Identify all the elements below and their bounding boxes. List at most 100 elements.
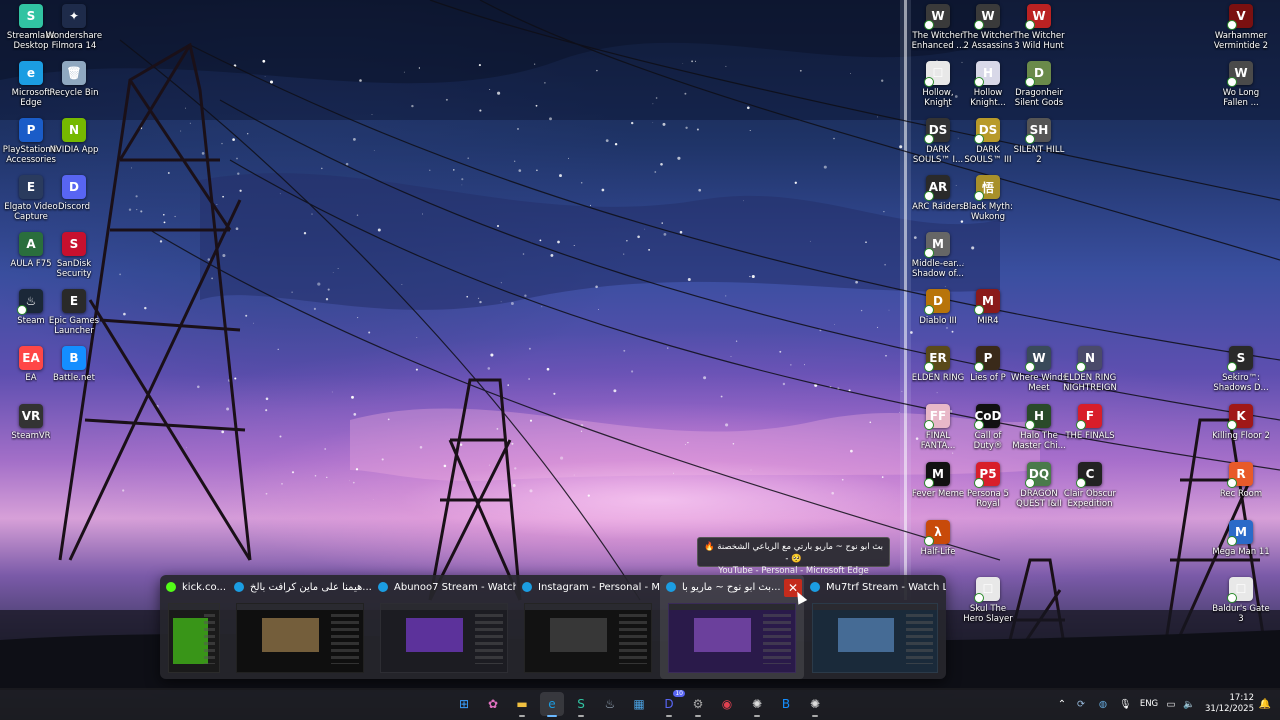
app-red-icon: ◉ <box>721 697 733 711</box>
dragon-quest-icon: DQ <box>1025 462 1051 488</box>
desktop-icon-witcher2[interactable]: WThe Witcher 2 Assassins ... <box>959 4 1017 51</box>
desktop-icon-label: Skul The Hero Slayer <box>963 604 1013 624</box>
app-red-button[interactable]: ◉ <box>715 692 739 716</box>
desktop-icon-shadow-of-war[interactable]: M Middle-ear... Shadow of... <box>909 232 967 279</box>
desktop-icon-label: SILENT HILL 2 <box>1013 145 1065 165</box>
network-icon[interactable]: ▭ <box>1162 699 1180 710</box>
witcher-icon: W <box>924 4 950 30</box>
desktop-icon-mega-man[interactable]: M Mega Man 11 <box>1212 520 1270 557</box>
desktop-icon-where-winds-meet[interactable]: W Where Winds Meet <box>1010 346 1068 393</box>
window-preview[interactable]: بث ابو نوح ~ ماريو با... ✕ <box>660 575 804 679</box>
desktop-icon-label: Middle-ear... Shadow of... <box>911 259 965 279</box>
sandisk-icon: S <box>62 232 86 256</box>
window-preview[interactable]: Instagram - Personal - Mic... <box>516 575 660 679</box>
desktop-icon-hollow-knight-silksong[interactable]: H Hollow Knight... <box>959 61 1017 108</box>
copilot-button[interactable]: ✿ <box>481 692 505 716</box>
language-indicator[interactable]: ENG <box>1136 699 1162 709</box>
desktop-icon-epic[interactable]: E Epic Games Launcher <box>45 289 103 336</box>
window-preview-title: Abunoo7 Stream - Watch... <box>394 581 516 593</box>
window-preview[interactable]: Mu7trf Stream - Watch Liv... <box>804 575 946 679</box>
edge-tray-icon[interactable]: ◍ <box>1092 699 1114 710</box>
battlenet-button[interactable]: B <box>774 692 798 716</box>
desktop-icon-killing-floor[interactable]: K Killing Floor 2 <box>1212 404 1270 441</box>
desktop-icon-label: SteamVR <box>11 431 51 441</box>
desktop-icon-mir4[interactable]: M MIR4 <box>959 289 1017 326</box>
edge-button[interactable]: e <box>540 692 564 717</box>
desktop-icon-filmora[interactable]: ✦ Wondershare Filmora 14 <box>45 4 103 51</box>
edge-icon <box>810 582 820 592</box>
microphone-icon[interactable]: 🎙 <box>1114 699 1136 710</box>
desktop-icon-sandisk[interactable]: S SanDisk Security <box>45 232 103 279</box>
clock[interactable]: 17:12 31/12/2025 <box>1198 693 1254 715</box>
desktop-icon-nightreign[interactable]: N ELDEN RING NIGHTREIGN <box>1061 346 1119 393</box>
lies-of-p-icon: P <box>974 346 1000 372</box>
desktop-icon-rec-room[interactable]: R Rec Room <box>1212 462 1270 499</box>
app-gear-button[interactable]: ✺ <box>745 692 769 717</box>
battlenet-icon: B <box>781 697 791 711</box>
battlenet-icon: B <box>62 346 86 370</box>
discord-notification-badge: 10 <box>673 690 685 697</box>
show-hidden-icons-button[interactable]: ⌃ <box>1054 699 1070 710</box>
desktop-icon-label: EA <box>25 373 37 383</box>
call-of-duty-icon: CoD <box>974 404 1002 430</box>
desktop-icon-clair-obscur[interactable]: CClair Obscur Expedition 33 <box>1061 462 1119 509</box>
desktop-icon-sekiro[interactable]: S Sekiro™: Shadows D... <box>1212 346 1270 393</box>
window-preview-header: kick.co... <box>160 575 228 599</box>
file-explorer-button[interactable]: ▬ <box>510 692 534 717</box>
desktop-icon-label: Warhammer Vermintide 2 <box>1213 31 1269 51</box>
taskbar: ⊞ ✿ ▬ e S ♨ ▦ D 10 ⚙ ◉ ✺ B ✺ ⌃ ⟳ ◍ 🎙 ENG ▭ 🔈 17:12 31… <box>0 688 1280 720</box>
desktop-icon-witcher3[interactable]: W The Witcher 3 Wild Hunt <box>1010 4 1068 51</box>
app-settings-button[interactable]: ✺ <box>803 692 827 717</box>
settings-button[interactable]: ⚙ <box>686 692 710 717</box>
volume-icon[interactable]: 🔈 <box>1180 699 1198 710</box>
desktop-icon-halo[interactable]: H Halo The Master Chi... <box>1010 404 1068 451</box>
window-preview[interactable]: Abunoo7 Stream - Watch... <box>372 575 516 679</box>
desktop-icon-nvidia[interactable]: N NVIDIA App <box>45 118 103 155</box>
elgato-icon: E <box>19 175 43 199</box>
discord-button[interactable]: D 10 <box>657 690 685 717</box>
desktop-icon-label: Discord <box>58 202 90 212</box>
desktop-icon-recycle-bin[interactable]: 🗑 Recycle Bin <box>45 61 103 98</box>
desktop-icon-steamvr[interactable]: VR SteamVR <box>2 404 60 441</box>
sync-icon[interactable]: ⟳ <box>1070 699 1092 710</box>
desktop-icon-lies-of-p[interactable]: P Lies of P <box>959 346 1017 383</box>
desktop-icon-persona[interactable]: P5 Persona 5 Royal <box>959 462 1017 509</box>
desktop-icon-vermintide[interactable]: V Warhammer Vermintide 2 <box>1212 4 1270 51</box>
taskbar-window-previews: kick.co... هيمنا على ماين كرافت بالخ... Ab… <box>160 575 946 679</box>
desktop-icon-dragon-quest[interactable]: DQ DRAGON QUEST I&II <box>1010 462 1068 509</box>
steam-button[interactable]: ♨ <box>598 692 622 716</box>
witcher2-icon: W <box>974 4 1000 30</box>
desktop-icon-half-life[interactable]: λ Half-Life <box>909 520 967 557</box>
desktop-icon-the-finals[interactable]: F THE FINALS <box>1061 404 1119 441</box>
notification-bell-icon[interactable]: 🔔 <box>1254 699 1276 710</box>
epic-icon: E <box>62 289 86 313</box>
desktop-icon-skul[interactable]: ☐ Skul The Hero Slayer <box>959 577 1017 624</box>
streamlabs-button[interactable]: S <box>569 692 593 717</box>
desktop-icon-dark-souls-3[interactable]: DS DARK SOULS™ III <box>959 118 1017 165</box>
desktop-icon-battlenet[interactable]: B Battle.net <box>45 346 103 383</box>
desktop-icon-wukong[interactable]: 悟 Black Myth: Wukong <box>959 175 1017 222</box>
running-indicator <box>578 715 584 717</box>
desktop-icon-baldurs-gate[interactable]: ☐ Baldur's Gate 3 <box>1212 577 1270 624</box>
halo-icon: H <box>1025 404 1051 430</box>
window-preview[interactable]: kick.co... <box>160 575 228 679</box>
desktop-icon-silent-hill[interactable]: SH SILENT HILL 2 <box>1010 118 1068 165</box>
steam-icon: ♨ <box>604 697 616 711</box>
store-button[interactable]: ▦ <box>627 692 651 716</box>
window-preview-header: Abunoo7 Stream - Watch... <box>372 575 516 599</box>
desktop-icon-label: ARC Raiders <box>912 202 964 212</box>
window-preview[interactable]: هيمنا على ماين كرافت بالخ... <box>228 575 372 679</box>
discord-icon: D <box>62 175 86 199</box>
running-indicator <box>695 715 701 717</box>
playstation-icon: P <box>19 118 43 142</box>
gear-icon: ⚙ <box>692 697 704 711</box>
desktop-icon-call-of-duty[interactable]: CoD Call of Duty® <box>959 404 1017 451</box>
desktop-icon-label: Fever Meme <box>911 489 965 499</box>
desktop-icon-discord[interactable]: D Discord <box>45 175 103 212</box>
edge-icon <box>666 582 676 592</box>
start-button[interactable]: ⊞ <box>452 692 476 716</box>
desktop-icon-wolong[interactable]: W Wo Long Fallen ... <box>1212 61 1270 108</box>
edge-icon <box>522 582 532 592</box>
gear-icon: ✺ <box>809 697 821 711</box>
desktop-icon-dragonheir[interactable]: D Dragonheir Silent Gods <box>1010 61 1068 108</box>
